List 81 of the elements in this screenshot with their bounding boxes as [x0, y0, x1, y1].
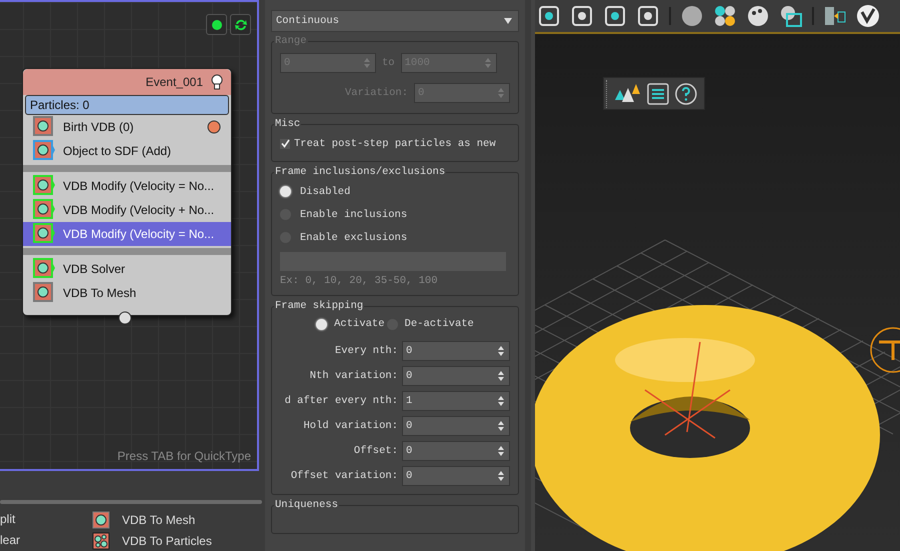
logo-icon	[870, 327, 900, 373]
scrollbar[interactable]	[0, 500, 262, 504]
group-title: Frame skipping	[274, 300, 364, 312]
toolbar-tool-icon[interactable]	[636, 4, 660, 28]
palette-item[interactable]: plit	[0, 509, 92, 530]
v-logo-icon[interactable]	[856, 4, 880, 28]
output-port-icon[interactable]	[207, 120, 221, 134]
operator-icon	[33, 175, 55, 197]
spinner-arrows-icon	[484, 58, 491, 68]
palette-item[interactable]: VDB To Particles	[92, 530, 212, 551]
quicktype-hint: Press TAB for QuickType	[117, 449, 251, 463]
spinner-arrows-icon	[364, 58, 370, 68]
spinner-arrows-icon	[498, 420, 504, 430]
example-hint: Ex: 0, 10, 20, 35-50, 100	[280, 275, 439, 287]
particle-count: Particles: 0	[25, 95, 229, 115]
radio-label: Enable exclusions	[300, 232, 408, 244]
operator-icon	[33, 140, 55, 162]
checkbox[interactable]	[280, 138, 290, 148]
spinner-field[interactable]: 0	[402, 340, 510, 360]
list-icon[interactable]	[646, 82, 670, 106]
spinner-arrows-icon	[498, 446, 504, 456]
help-icon[interactable]	[674, 82, 698, 106]
field-label: d after every nth:	[284, 394, 398, 406]
radio-label: Activate	[334, 318, 385, 330]
spinner-field[interactable]: 0	[402, 366, 510, 386]
operator-icon	[33, 199, 55, 221]
refresh-icon	[234, 18, 248, 32]
operator-row[interactable]: VDB To Mesh	[23, 281, 231, 305]
radio-label: De-activate	[404, 318, 474, 330]
spinner-field[interactable]: 0	[402, 466, 510, 486]
spinner-arrows-icon	[498, 88, 504, 98]
material-balls-icon[interactable]	[713, 4, 737, 28]
render-setup-icon[interactable]	[779, 4, 803, 28]
operator-icon	[33, 223, 55, 245]
field-label: Offset:	[354, 444, 398, 456]
palette-item[interactable]: lear	[0, 530, 92, 551]
group-title: Uniqueness	[274, 499, 340, 511]
mode-dropdown[interactable]: Continuous	[271, 10, 519, 32]
operator-icon	[33, 116, 55, 138]
radio-label: Enable inclusions	[300, 208, 408, 220]
toolbar-tool-icon[interactable]	[603, 4, 627, 28]
radio-button[interactable]	[280, 186, 291, 197]
operator-icon	[33, 258, 55, 280]
sphere-icon[interactable]	[680, 4, 704, 28]
field-label: Nth variation:	[310, 370, 398, 382]
spinner-field[interactable]: 1	[402, 390, 510, 410]
palette-item[interactable]: VDB To Mesh	[92, 509, 212, 530]
spinner-field[interactable]: 0	[402, 416, 510, 436]
event-title: Event_001	[146, 75, 203, 89]
event-node[interactable]: Event_001 Particles: 0 Birth VDB (0) Object to SDF (Add) VDB Modify (Velocity = No... VDB Modify (Velocity + No... VDB Modify (Velocity = No... VDB Solver VDB To Mesh	[22, 68, 232, 316]
status-light-button[interactable]	[206, 14, 227, 35]
field-label: Offset variation:	[290, 470, 398, 482]
lightbulb-icon[interactable]	[211, 74, 223, 90]
group-title: Misc	[274, 118, 302, 130]
spinner-arrows-icon	[498, 396, 504, 406]
checkbox-label: Treat post-step particles as new	[294, 138, 496, 150]
dropdown-arrow-icon	[504, 18, 512, 24]
toolbar-tool-icon[interactable]	[537, 4, 561, 28]
render-frame-icon[interactable]	[823, 4, 847, 28]
group-title: Frame inclusions/exclusions	[274, 166, 446, 178]
operator-icon	[33, 282, 55, 304]
operator-row[interactable]: VDB Modify (Velocity + No...	[23, 198, 231, 222]
spinner-arrows-icon	[498, 470, 504, 480]
operator-row[interactable]: VDB Modify (Velocity = No...	[23, 222, 231, 246]
spinner-arrows-icon	[498, 346, 504, 356]
operator-row[interactable]: Object to SDF (Add)	[23, 139, 231, 163]
radio-button[interactable]	[316, 318, 328, 330]
operator-row[interactable]: VDB Solver	[23, 257, 231, 281]
spinner-arrows-icon	[498, 370, 504, 380]
field-label: Hold variation:	[303, 420, 398, 432]
operator-icon	[92, 510, 110, 528]
palette-icon[interactable]	[746, 4, 770, 28]
spinner-field[interactable]: 0	[402, 440, 510, 460]
radio-label: Disabled	[300, 186, 350, 198]
operator-row[interactable]: VDB Modify (Velocity = No...	[23, 174, 231, 198]
status-dot-icon	[210, 18, 222, 30]
operator-row[interactable]: Birth VDB (0)	[23, 115, 231, 139]
input-port-icon[interactable]	[118, 311, 132, 325]
toolbar-tool-icon[interactable]	[570, 4, 594, 28]
field-label: Every nth:	[334, 344, 398, 356]
refresh-button[interactable]	[230, 14, 251, 35]
